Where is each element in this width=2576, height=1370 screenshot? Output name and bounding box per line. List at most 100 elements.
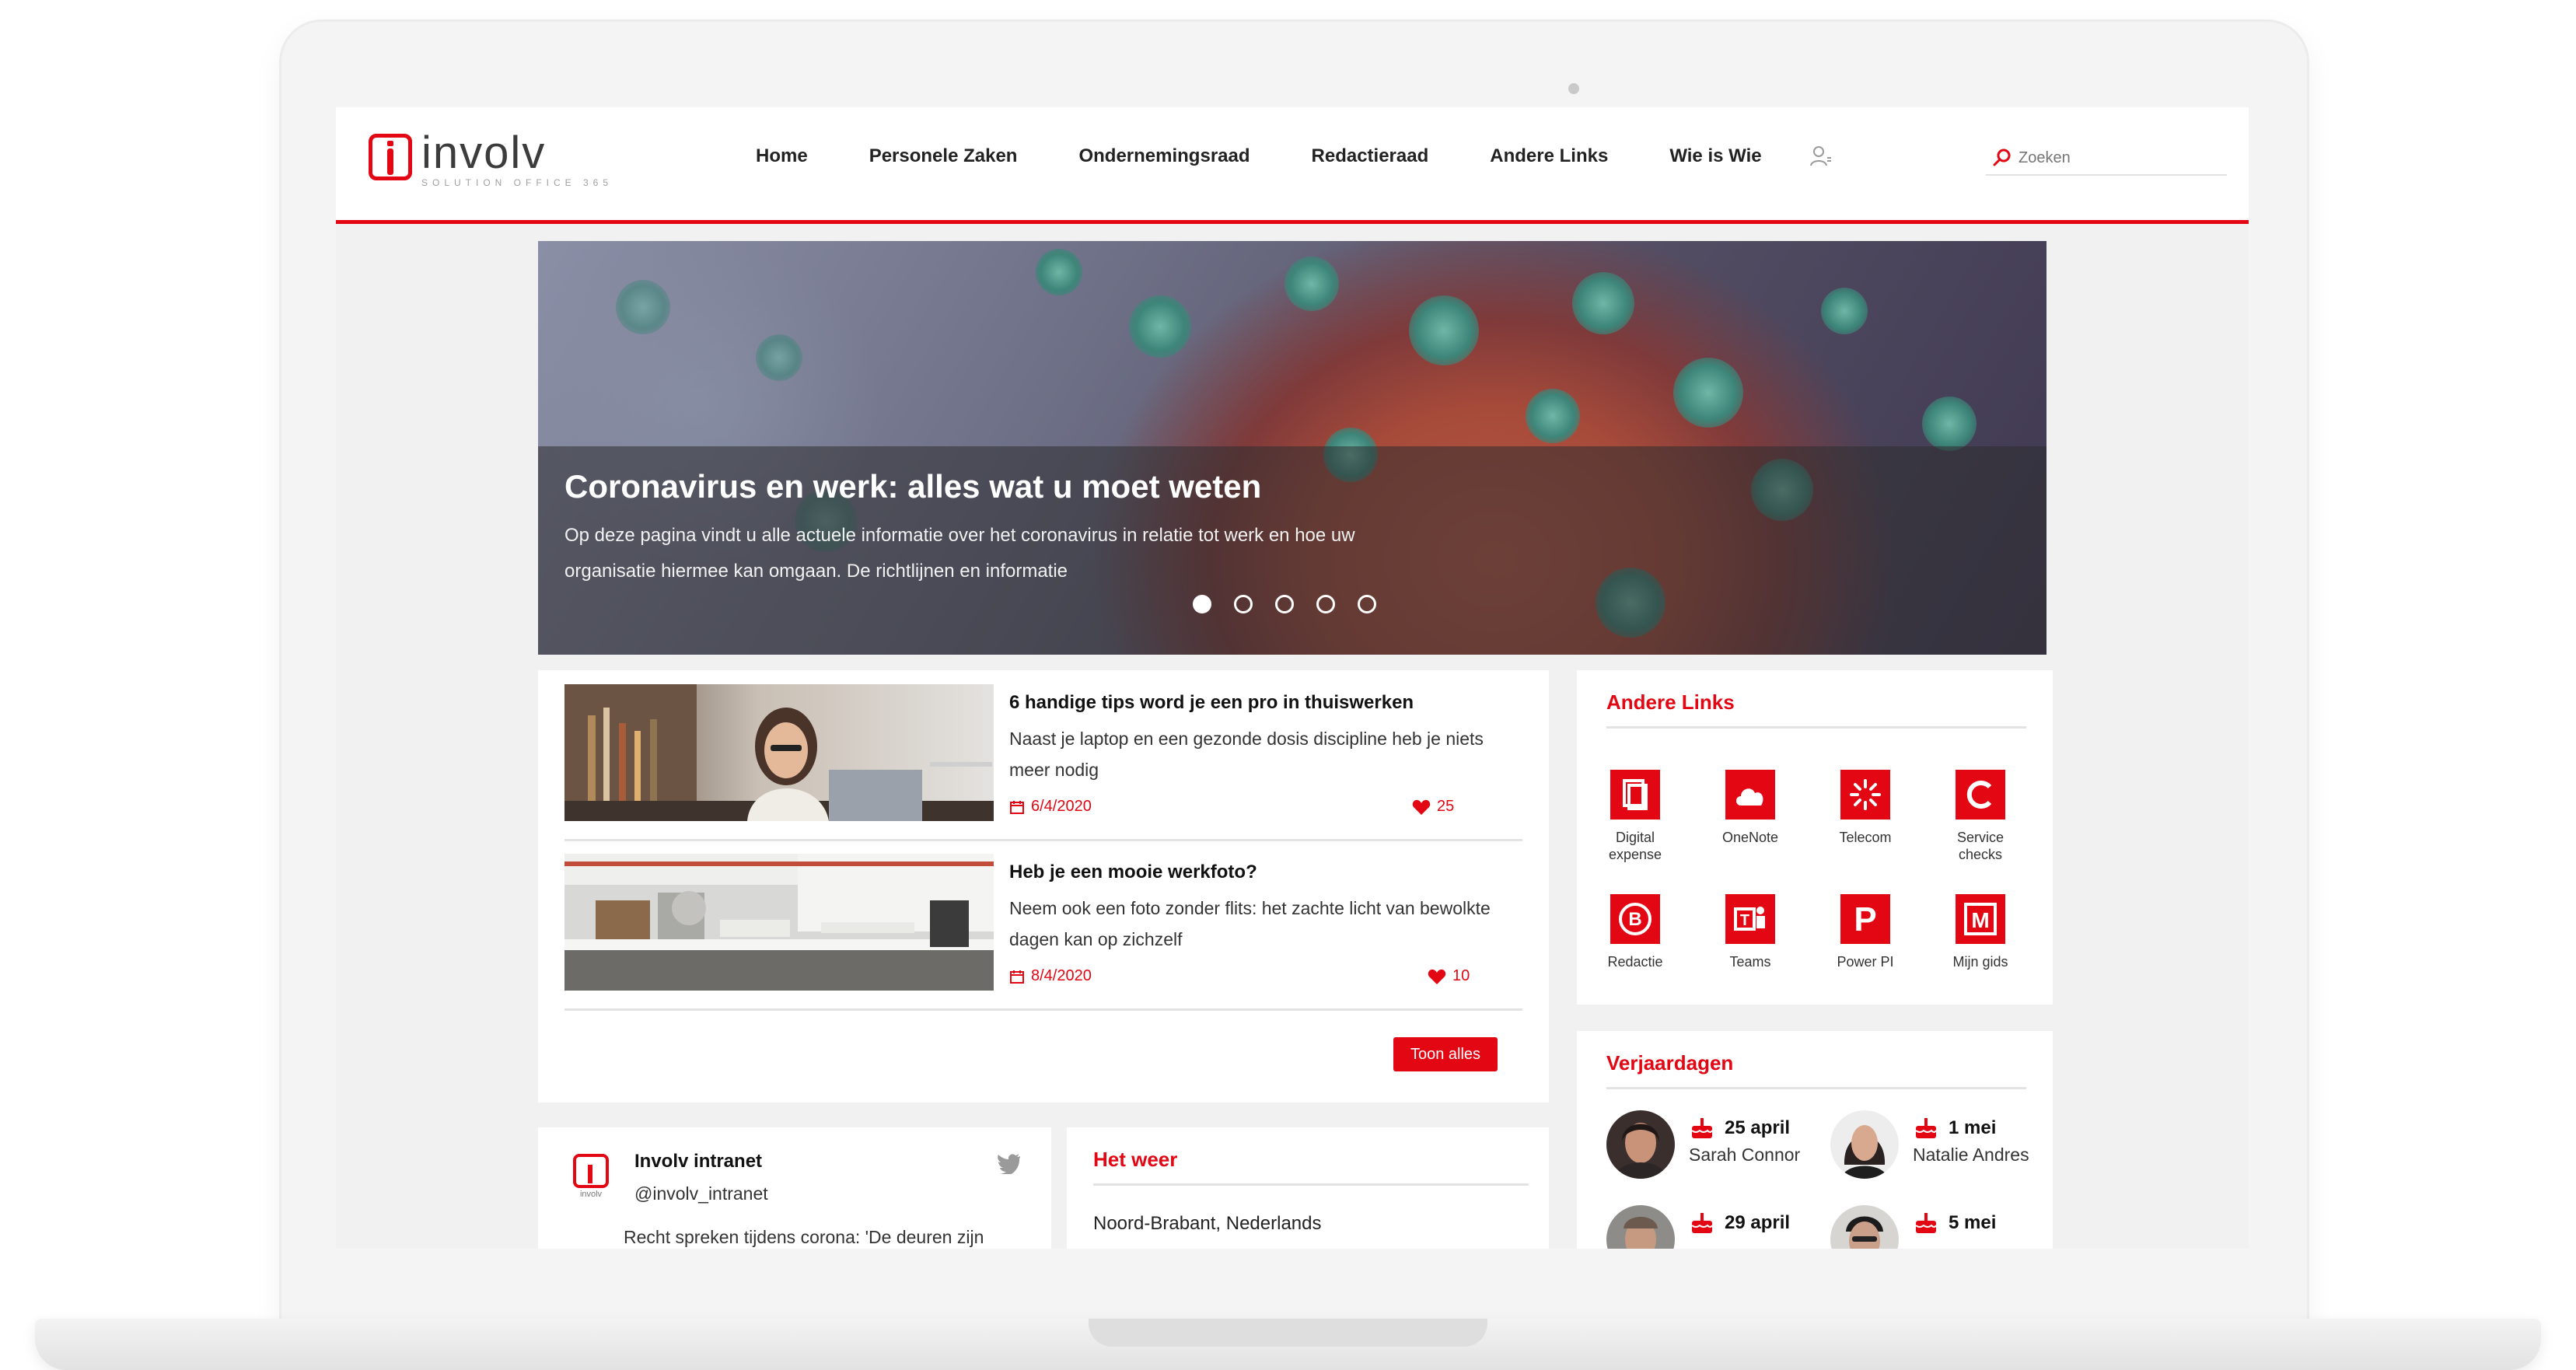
birthday-date-text: 1 mei (1949, 1117, 1997, 1138)
link-label: Redactie (1607, 954, 1663, 970)
service-c-icon[interactable] (1956, 770, 2005, 820)
cake-icon (1691, 1118, 1713, 1138)
birthday-date: 1 mei (1913, 1115, 1996, 1141)
news-item[interactable]: Heb je een mooie werkfoto? Neem ook een … (564, 854, 1522, 1011)
virus-spike (1572, 272, 1634, 334)
birthday-name: Sarah Connor (1689, 1145, 1801, 1165)
news-item[interactable]: 6 handige tips word je een pro in thuisw… (564, 684, 1522, 841)
news-image-workspace[interactable] (564, 854, 994, 991)
news-likes[interactable]: 10 (1428, 967, 1470, 985)
news-panel: 6 handige tips word je een pro in thuisw… (538, 670, 1549, 1103)
virus-spike (1922, 397, 1977, 451)
link-tile-redactie[interactable]: B Redactie (1592, 894, 1678, 970)
virus-spike (756, 334, 802, 381)
avatar[interactable] (1606, 1205, 1675, 1249)
cloud-icon[interactable] (1725, 770, 1775, 820)
birthday-person[interactable]: 25 april Sarah Connor (1606, 1110, 1832, 1188)
link-tile-service-checks[interactable]: Service checks (1938, 770, 2023, 863)
hero-banner[interactable]: Coronavirus en werk: alles wat u moet we… (538, 241, 2046, 655)
birthday-date-text: 5 mei (1949, 1212, 1997, 1233)
logo-mark-icon (369, 134, 412, 180)
avatar[interactable] (1830, 1110, 1899, 1179)
telecom-icon[interactable] (1840, 770, 1890, 820)
carousel-dot-3[interactable] (1275, 595, 1294, 613)
link-tile-mijn-gids[interactable]: M Mijn gids (1938, 894, 2023, 970)
avatar[interactable] (1606, 1110, 1675, 1179)
news-image-homeworker[interactable] (564, 684, 994, 821)
carousel-dot-5[interactable] (1358, 595, 1376, 613)
svg-text:T: T (1740, 912, 1749, 929)
link-tile-teams[interactable]: T Teams (1707, 894, 1793, 970)
news-excerpt: Neem ook een foto zonder flits: het zach… (1009, 898, 1491, 949)
twitter-panel: involv Involv intranet @involv_intranet … (538, 1127, 1051, 1249)
heart-icon[interactable] (1412, 799, 1431, 816)
news-date-text: 8/4/2020 (1031, 967, 1092, 984)
news-title[interactable]: Heb je een mooie werkfoto? (1009, 861, 1257, 883)
carousel-dot-2[interactable] (1234, 595, 1253, 613)
search-icon[interactable] (1992, 148, 2012, 168)
news-date: 6/4/2020 (1009, 798, 1092, 816)
nav-andere-links[interactable]: Andere Links (1490, 145, 1608, 168)
weather-location: Noord-Brabant, Nederlands (1093, 1213, 1322, 1234)
birthday-name: Natalie Andres (1913, 1145, 2029, 1165)
document-icon[interactable] (1610, 770, 1660, 820)
svg-text:B: B (1628, 909, 1641, 930)
news-likes-count: 25 (1437, 798, 1455, 815)
link-tile-onenote[interactable]: OneNote (1707, 770, 1793, 846)
twitter-account-name[interactable]: Involv intranet (634, 1151, 762, 1173)
birthday-date: 29 april (1689, 1210, 1790, 1236)
birthdays-panel: Verjaardagen 25 april Sarah Connor 1 mei… (1577, 1031, 2053, 1249)
avatar[interactable] (1830, 1205, 1899, 1249)
birthday-date-text: 29 april (1725, 1212, 1791, 1233)
tweet-text: Recht spreken tijdens corona: 'De deuren… (624, 1227, 984, 1247)
logo-tagline: SOLUTION OFFICE 365 (421, 177, 613, 188)
twitter-logo-text: involv (579, 1190, 603, 1199)
carousel-dot-1[interactable] (1193, 595, 1211, 613)
site-header: involv SOLUTION OFFICE 365 Home Personel… (336, 107, 2249, 224)
calendar-icon (1010, 800, 1024, 814)
hero-title[interactable]: Coronavirus en werk: alles wat u moet we… (564, 468, 1261, 505)
hero-text: Op deze pagina vindt u alle actuele info… (564, 525, 1355, 582)
search-input[interactable] (2019, 149, 2213, 167)
search-bar[interactable] (1986, 142, 2227, 176)
redactie-b-icon[interactable]: B (1610, 894, 1660, 944)
virus-spike (1821, 288, 1868, 334)
other-links-panel: Andere Links Digital expense OneNote Tel… (1577, 670, 2053, 1005)
user-icon[interactable] (1809, 145, 1833, 168)
virus-spike (616, 280, 670, 334)
nav-redactieraad[interactable]: Redactieraad (1312, 145, 1429, 168)
nav-wie-is-wie[interactable]: Wie is Wie (1669, 145, 1761, 168)
twitter-account-logo[interactable]: involv (571, 1154, 611, 1199)
twitter-bird-icon[interactable] (997, 1154, 1020, 1174)
brand-logo[interactable]: involv SOLUTION OFFICE 365 (369, 131, 613, 188)
heart-icon[interactable] (1428, 968, 1446, 985)
birthday-person[interactable]: 1 mei Natalie Andres (1830, 1110, 2056, 1188)
calendar-icon (1010, 970, 1024, 984)
link-tile-power-pi[interactable]: P Power PI (1823, 894, 1908, 970)
birthday-date: 5 mei (1913, 1210, 1996, 1236)
link-label: Telecom (1839, 830, 1892, 845)
mijn-m-icon[interactable]: M (1956, 894, 2005, 944)
power-p-icon[interactable]: P (1840, 894, 1890, 944)
logo-mark-icon (573, 1154, 609, 1188)
virus-spike (1673, 358, 1743, 428)
news-title[interactable]: 6 handige tips word je een pro in thuisw… (1009, 692, 1414, 714)
photo-woman-laptop (564, 684, 994, 821)
show-all-button[interactable]: Toon alles (1393, 1037, 1498, 1071)
news-likes[interactable]: 25 (1412, 798, 1454, 816)
camera-dot (1568, 83, 1579, 94)
teams-icon[interactable]: T (1725, 894, 1775, 944)
birthday-person[interactable]: 5 mei (1830, 1205, 2056, 1249)
nav-ondernemingsraad[interactable]: Ondernemingsraad (1078, 145, 1250, 168)
intranet-screen: involv SOLUTION OFFICE 365 Home Personel… (336, 107, 2249, 1249)
carousel-dot-4[interactable] (1316, 595, 1335, 613)
weather-panel: Het weer Noord-Brabant, Nederlands (1067, 1127, 1549, 1249)
link-tile-telecom[interactable]: Telecom (1823, 770, 1908, 846)
link-tile-digital-expense[interactable]: Digital expense (1592, 770, 1678, 863)
news-date-text: 6/4/2020 (1031, 798, 1092, 815)
nav-personele-zaken[interactable]: Personele Zaken (869, 145, 1018, 168)
nav-home[interactable]: Home (756, 145, 808, 168)
news-date: 8/4/2020 (1009, 967, 1092, 985)
birthday-person[interactable]: 29 april (1606, 1205, 1832, 1249)
twitter-handle[interactable]: @involv_intranet (634, 1183, 768, 1204)
